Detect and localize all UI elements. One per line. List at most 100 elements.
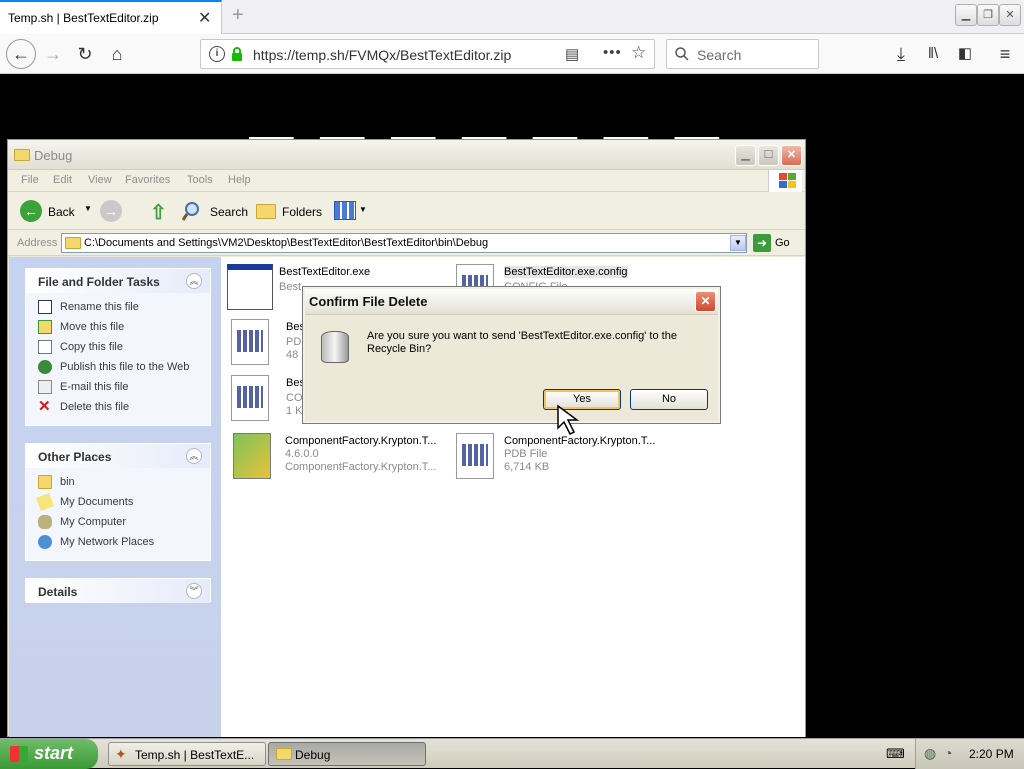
task-label: Publish this file to the Web — [60, 361, 190, 373]
chevron-up-icon[interactable]: ︽ — [186, 448, 202, 464]
menu-file[interactable]: File — [21, 174, 39, 186]
task-email[interactable]: E-mail this file — [38, 379, 208, 397]
search-box[interactable]: Search — [666, 39, 819, 69]
page-actions-icon[interactable]: ••• — [603, 44, 622, 61]
folders-label: Folders — [282, 205, 323, 219]
mouse-cursor-icon — [557, 404, 580, 436]
network-tray-icon[interactable]: ◍ — [924, 745, 936, 762]
close-icon[interactable]: ✕ — [781, 145, 802, 166]
file-description: ComponentFactory.Krypton.T... — [285, 461, 437, 473]
place-my-computer[interactable]: My Computer — [38, 514, 208, 532]
info-icon[interactable]: i — [209, 46, 225, 62]
browser-tab[interactable]: Temp.sh | BestTextEditor.zip ✕ — [0, 0, 222, 34]
email-icon — [38, 380, 52, 394]
folder-icon — [276, 748, 292, 760]
windows-flag-icon — [768, 170, 802, 192]
file-name: BestTextEditor.exe — [279, 266, 371, 278]
go-arrow-icon[interactable]: ➜ — [753, 234, 771, 252]
reader-view-icon[interactable]: ▤ — [565, 45, 579, 63]
panel-title: Other Places — [38, 450, 112, 464]
keyboard-icon[interactable]: ⌨ — [886, 746, 905, 762]
delete-x-icon: ✕ — [38, 398, 51, 415]
browser-tab-title: Temp.sh | BestTextEditor.zip — [8, 11, 159, 25]
start-button[interactable]: start — [0, 739, 98, 769]
menu-view[interactable]: View — [88, 174, 112, 186]
minimize-icon[interactable]: ▁ — [735, 145, 756, 166]
search-button[interactable]: Search — [182, 200, 248, 224]
file-item[interactable]: ComponentFactory.Krypton.T... PDB File 6… — [456, 433, 676, 485]
task-move[interactable]: Move this file — [38, 319, 208, 337]
other-places-panel: Other Places ︽ bin My Documents My Compu… — [25, 443, 211, 561]
menu-edit[interactable]: Edit — [53, 174, 72, 186]
background-page-logo: ▭▭▭▭▭▭▭ — [245, 110, 775, 142]
no-button[interactable]: No — [630, 389, 708, 410]
pdb-file-icon — [456, 433, 494, 479]
forward-arrow-icon[interactable]: → — [40, 41, 66, 67]
place-my-documents[interactable]: My Documents — [36, 493, 208, 512]
address-dropdown-icon[interactable]: ▼ — [730, 235, 746, 251]
task-publish[interactable]: Publish this file to the Web — [38, 359, 208, 377]
search-icon — [182, 202, 199, 221]
taskbar-item-browser[interactable]: ✦ Temp.sh | BestTextE... — [108, 742, 266, 766]
sidebar-icon[interactable]: ◧ — [952, 41, 978, 67]
windows-logo-icon — [10, 746, 28, 762]
menu-favorites[interactable]: Favorites — [125, 174, 170, 186]
bookmark-star-icon[interactable]: ☆ — [631, 43, 646, 63]
url-text[interactable]: https://temp.sh/FVMQx/BestTextEditor.zip — [253, 47, 511, 63]
globe-icon — [38, 360, 52, 374]
task-copy[interactable]: Copy this file — [38, 339, 208, 357]
place-label: My Computer — [60, 516, 127, 528]
up-folder-icon[interactable]: ⇧ — [150, 200, 170, 224]
explorer-title-bar[interactable]: Debug ▁ ☐ ✕ — [8, 140, 805, 170]
folder-icon — [14, 149, 30, 161]
move-icon — [38, 320, 52, 334]
dialog-message: Are you sure you want to send 'BestTextE… — [367, 330, 677, 355]
volume-icon[interactable]: ◔ — [944, 745, 952, 761]
library-icon[interactable]: ‖\ — [920, 41, 946, 67]
close-window-icon[interactable]: ✕ — [999, 4, 1021, 26]
back-button[interactable]: ← Back ▼ — [20, 200, 98, 224]
forward-button[interactable]: → — [100, 200, 122, 222]
close-icon[interactable]: ✕ — [695, 291, 716, 312]
dialog-title: Confirm File Delete — [309, 294, 428, 309]
place-bin[interactable]: bin — [38, 474, 208, 492]
new-tab-icon[interactable]: + — [232, 4, 244, 27]
chevron-up-icon[interactable]: ︽ — [186, 273, 202, 289]
recycle-bin-icon — [321, 331, 349, 363]
clock: 2:20 PM — [969, 747, 1014, 761]
views-button[interactable]: ▼ — [334, 200, 370, 222]
url-bar[interactable]: i https://temp.sh/FVMQx/BestTextEditor.z… — [200, 39, 655, 69]
application-window-icon — [227, 264, 273, 310]
address-input[interactable]: C:\Documents and Settings\VM2\Desktop\Be… — [61, 233, 747, 253]
back-arrow-icon[interactable]: ← — [6, 39, 36, 69]
folders-button[interactable]: Folders — [256, 200, 326, 224]
place-label: My Documents — [60, 496, 134, 508]
panel-header[interactable]: File and Folder Tasks ︽ — [26, 269, 210, 293]
task-delete[interactable]: ✕ Delete this file — [38, 399, 208, 417]
taskbar-item-label: Temp.sh | BestTextE... — [135, 748, 255, 762]
minimize-icon[interactable]: ▁ — [955, 4, 977, 26]
folder-icon — [38, 475, 52, 489]
task-rename[interactable]: Rename this file — [38, 299, 208, 317]
go-button[interactable]: Go — [775, 237, 790, 249]
taskbar-item-explorer[interactable]: Debug — [268, 742, 426, 766]
menu-help[interactable]: Help — [228, 174, 251, 186]
restore-icon[interactable]: ❐ — [977, 4, 999, 26]
menu-tools[interactable]: Tools — [187, 174, 213, 186]
panel-header[interactable]: Other Places ︽ — [26, 444, 210, 468]
search-placeholder: Search — [697, 47, 742, 63]
task-pane: File and Folder Tasks ︽ Rename this file… — [9, 257, 221, 737]
task-label: Move this file — [60, 321, 125, 333]
maximize-icon[interactable]: ☐ — [758, 145, 779, 166]
file-item[interactable]: ComponentFactory.Krypton.T... 4.6.0.0 Co… — [233, 433, 453, 485]
panel-header[interactable]: Details ︾ — [26, 579, 210, 603]
home-icon[interactable]: ⌂ — [104, 41, 130, 67]
tab-close-icon[interactable]: ✕ — [198, 8, 211, 28]
menu-icon[interactable]: ≡ — [992, 41, 1018, 67]
reload-icon[interactable]: ↻ — [72, 41, 98, 67]
chevron-down-icon[interactable]: ︾ — [186, 583, 202, 599]
dialog-title-bar[interactable]: Confirm File Delete ✕ — [305, 289, 718, 315]
place-network[interactable]: My Network Places — [38, 534, 208, 552]
downloads-icon[interactable]: ⤓ — [888, 41, 914, 67]
lock-icon — [232, 47, 242, 61]
